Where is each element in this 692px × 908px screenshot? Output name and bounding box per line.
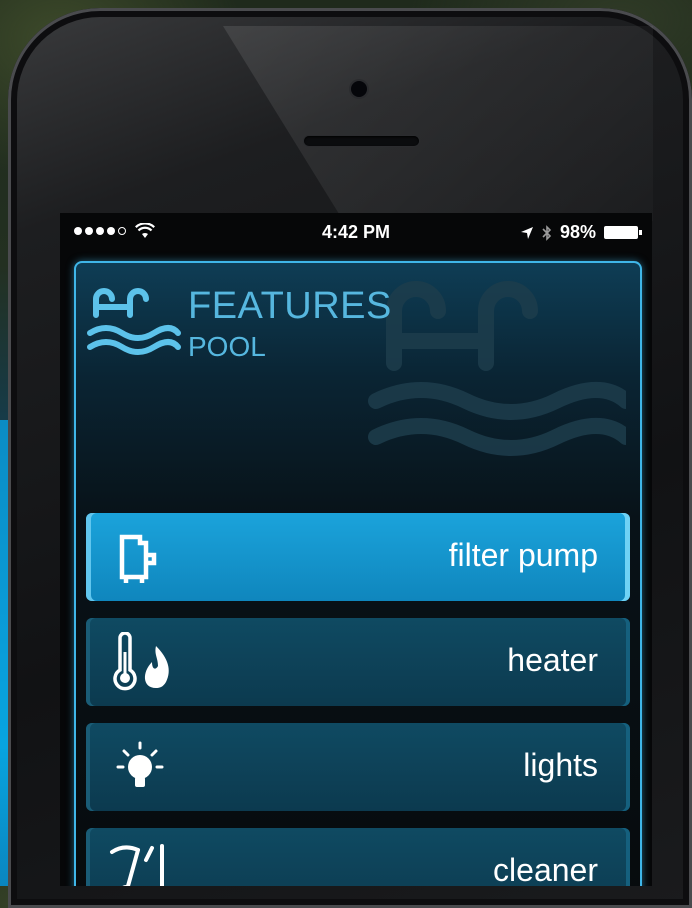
filter-pump-icon <box>119 534 157 583</box>
feature-row-cleaner[interactable]: cleaner <box>86 828 630 886</box>
feature-row-lights[interactable]: lights <box>86 723 630 811</box>
status-right: 98% <box>520 222 642 243</box>
bluetooth-icon <box>542 224 552 241</box>
feature-label: filter pump <box>448 537 598 573</box>
earpiece-speaker <box>304 136 419 146</box>
page-title: FEATURES <box>188 285 392 327</box>
front-camera <box>351 81 367 97</box>
pool-cleaner-icon <box>110 844 164 886</box>
pool-ladder-waves-icon <box>87 288 181 355</box>
features-panel: FEATURES POOL filter pump heater lights … <box>74 261 642 886</box>
light-bulb-icon <box>116 741 164 787</box>
status-bar: 4:42 PM 98% <box>60 213 652 251</box>
feature-row-heater[interactable]: heater <box>86 618 630 706</box>
feature-row-filter-pump[interactable]: filter pump <box>86 513 630 601</box>
pool-ladder-waves-watermark-icon <box>368 281 626 456</box>
thermometer-flame-icon <box>113 632 169 691</box>
phone-glass-reflection <box>223 26 653 221</box>
feature-label: heater <box>507 642 598 678</box>
features-header: FEATURES POOL <box>76 263 640 493</box>
phone-screen: 4:42 PM 98% FEATURES POOL filter pump he… <box>60 213 652 886</box>
location-arrow-icon <box>520 226 533 239</box>
battery-icon <box>604 226 642 239</box>
feature-label: cleaner <box>493 852 598 886</box>
battery-percent: 98% <box>559 222 596 242</box>
feature-label: lights <box>523 747 598 783</box>
page-subtitle: POOL <box>188 331 266 362</box>
